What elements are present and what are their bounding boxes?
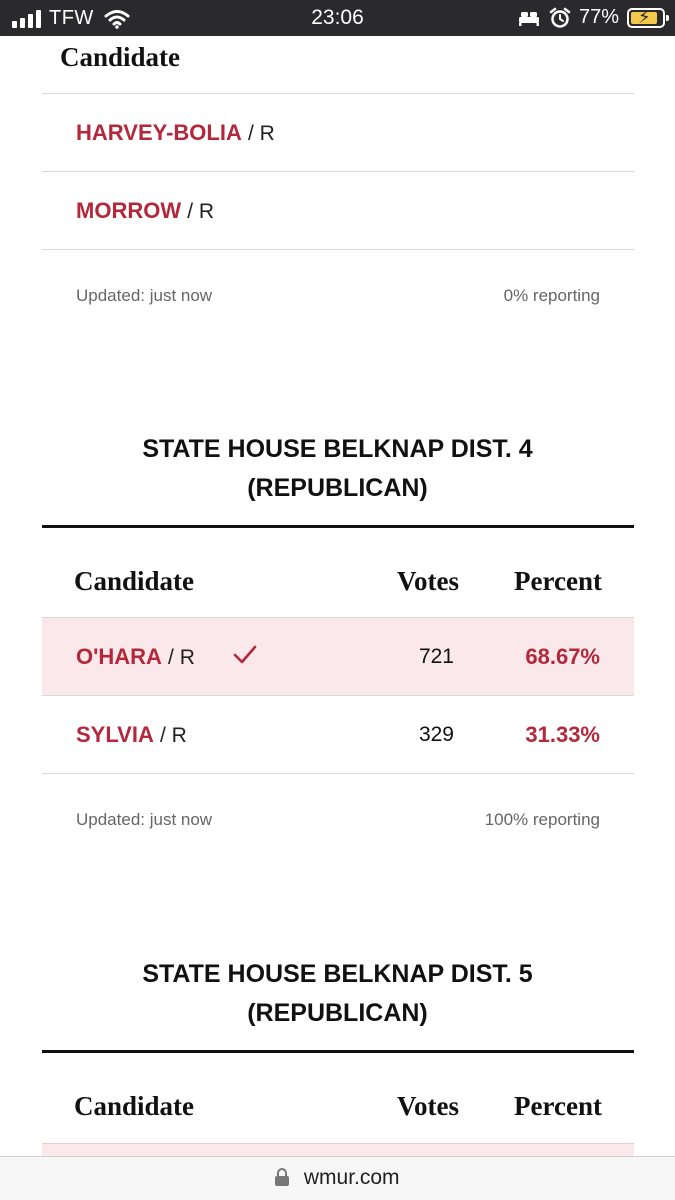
url-display[interactable]: wmur.com bbox=[0, 1166, 675, 1190]
race-previous: Candidate HARVEY-BOLIA / R MORROW / R Up… bbox=[42, 36, 634, 340]
alarm-icon bbox=[549, 7, 571, 28]
candidate-cell: SYLVIA / R bbox=[76, 722, 187, 748]
bed-icon bbox=[518, 11, 539, 26]
candidate-cell: O'HARA / R bbox=[76, 644, 195, 670]
race-title-line2: (REPUBLICAN) bbox=[247, 474, 428, 502]
candidate-cell: HARVEY-BOLIA / R bbox=[76, 120, 275, 146]
race-title-line1: STATE HOUSE BELKNAP DIST. 5 bbox=[142, 960, 533, 988]
candidate-party: / R bbox=[168, 646, 195, 669]
lock-icon bbox=[275, 1168, 290, 1186]
table-header: Candidate bbox=[42, 36, 634, 94]
battery-charging-icon: ⚡ bbox=[627, 7, 669, 28]
candidate-name: O'HARA bbox=[76, 644, 162, 669]
percent-value: 31.33% bbox=[525, 722, 600, 747]
column-header-votes: Votes bbox=[397, 566, 460, 596]
candidate-name: SYLVIA bbox=[76, 722, 154, 747]
battery-percent: 77% bbox=[578, 6, 619, 28]
race-table-dist4: Candidate Votes Percent O'HARA / R 721 6… bbox=[42, 525, 634, 864]
votes-value: 329 bbox=[418, 723, 454, 746]
votes-value: 721 bbox=[418, 645, 454, 668]
race-title-line1: STATE HOUSE BELKNAP DIST. 4 bbox=[142, 435, 533, 463]
status-right: 77% ⚡ bbox=[517, 6, 669, 29]
race-table-dist5: Candidate Votes Percent bbox=[42, 1050, 634, 1143]
table-row: SYLVIA / R 329 31.33% bbox=[42, 696, 634, 774]
candidate-name: MORROW bbox=[76, 198, 182, 223]
race-footer: Updated: just now 100% reporting bbox=[42, 774, 634, 864]
column-header-percent: Percent bbox=[514, 566, 602, 596]
race-footer: Updated: just now 0% reporting bbox=[42, 250, 634, 340]
candidate-name: HARVEY-BOLIA bbox=[76, 120, 242, 145]
column-header-percent: Percent bbox=[514, 1091, 602, 1121]
updated-text: Updated: just now bbox=[76, 810, 213, 829]
column-header-candidate: Candidate bbox=[60, 42, 181, 72]
reporting-text: 100% reporting bbox=[484, 810, 600, 829]
status-bar: TFW 23:06 77% ⚡ bbox=[0, 0, 675, 36]
table-row: HARVEY-BOLIA / R bbox=[42, 94, 634, 172]
table-row-winner: O'HARA / R 721 68.67% bbox=[42, 618, 634, 696]
reporting-text: 0% reporting bbox=[503, 286, 600, 305]
column-header-candidate: Candidate bbox=[74, 1091, 195, 1121]
candidate-cell: MORROW / R bbox=[76, 198, 214, 224]
race-title-dist5: STATE HOUSE BELKNAP DIST. 5 (REPUBLICAN) bbox=[0, 955, 675, 1033]
updated-text: Updated: just now bbox=[76, 286, 213, 305]
column-header-candidate: Candidate bbox=[74, 566, 195, 596]
table-header: Candidate Votes Percent bbox=[42, 528, 634, 618]
table-row: MORROW / R bbox=[42, 172, 634, 250]
browser-address-bar[interactable]: wmur.com bbox=[0, 1156, 675, 1200]
race-title-dist4: STATE HOUSE BELKNAP DIST. 4 (REPUBLICAN) bbox=[0, 430, 675, 508]
candidate-party: / R bbox=[187, 200, 215, 223]
candidate-party: / R bbox=[159, 724, 187, 747]
candidate-party: / R bbox=[247, 122, 275, 145]
winner-check-icon bbox=[233, 645, 257, 664]
race-title-line2: (REPUBLICAN) bbox=[247, 999, 428, 1027]
column-header-votes: Votes bbox=[397, 1091, 460, 1121]
url-text[interactable]: wmur.com bbox=[304, 1166, 400, 1189]
percent-value: 68.67% bbox=[525, 644, 600, 669]
table-header: Candidate Votes Percent bbox=[42, 1053, 634, 1143]
